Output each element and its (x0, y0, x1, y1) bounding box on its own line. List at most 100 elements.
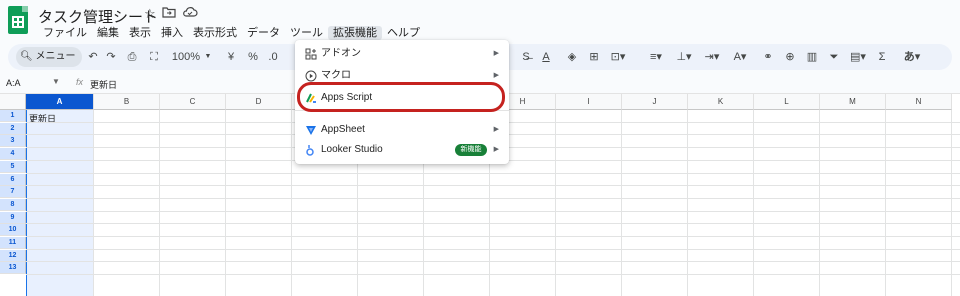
percent-format-button[interactable]: % (246, 44, 260, 70)
menu-item-addons[interactable]: アドオン ▶ (295, 44, 509, 64)
selected-column-highlight (26, 110, 94, 296)
menu-insert[interactable]: 挿入 (156, 26, 188, 40)
redo-icon[interactable]: ↷ (104, 44, 118, 70)
row-header-10[interactable]: 10 (0, 224, 26, 237)
menu-search-label: メニュー (35, 51, 76, 62)
column-header-l[interactable]: L (754, 94, 820, 110)
grid-column-line (687, 110, 688, 296)
grid-column-line (885, 110, 886, 296)
cell-a1[interactable]: 更新日 (29, 112, 56, 125)
column-header-c[interactable]: C (160, 94, 226, 110)
column-header-i[interactable]: I (556, 94, 622, 110)
menu-extensions[interactable]: 拡張機能 (328, 26, 382, 40)
new-feature-badge: 新機能 (455, 144, 487, 156)
formula-input[interactable]: 更新日 (90, 78, 117, 91)
column-header-k[interactable]: K (688, 94, 754, 110)
grid-row-line (26, 223, 960, 225)
menu-item-appsheet[interactable]: AppSheet ▶ (295, 120, 509, 140)
menu-view[interactable]: 表示 (124, 26, 156, 40)
chevron-down-icon[interactable]: ▼ (52, 77, 60, 86)
document-title[interactable]: タスク管理シート (38, 6, 158, 27)
menu-edit[interactable]: 編集 (92, 26, 124, 40)
row-header-11[interactable]: 11 (0, 237, 26, 249)
fill-color-icon[interactable]: ◈ (564, 44, 580, 70)
zoom-select[interactable]: 100% (170, 44, 202, 70)
menu-format[interactable]: 表示形式 (188, 26, 242, 40)
horizontal-align-icon[interactable]: ≡▾ (644, 44, 668, 70)
row-header-9[interactable]: 9 (0, 211, 26, 224)
merge-cells-icon[interactable]: ⊡▾ (606, 44, 630, 70)
column-header-b[interactable]: B (94, 94, 160, 110)
search-icon: 🔍︎ (20, 51, 33, 62)
submenu-arrow-icon: ▶ (493, 126, 499, 133)
grid-row-line (26, 197, 960, 199)
appsheet-icon (305, 124, 317, 136)
insert-comment-icon[interactable]: ⊕ (782, 44, 798, 70)
sheets-logo-icon[interactable] (8, 6, 28, 34)
column-header-d[interactable]: D (226, 94, 292, 110)
grid-row-line (26, 172, 960, 174)
chevron-down-icon[interactable]: ▼ (203, 44, 213, 70)
cloud-status-icon[interactable] (182, 6, 198, 22)
grid-column-line (291, 110, 292, 296)
filter-views-icon[interactable]: ▤▾ (846, 44, 870, 70)
grid-column-line (819, 110, 820, 296)
name-box[interactable]: A:A (6, 78, 21, 88)
row-header-4[interactable]: 4 (0, 148, 26, 161)
paint-format-icon[interactable]: ⛶ (146, 44, 162, 70)
column-header-j[interactable]: J (622, 94, 688, 110)
row-header-2[interactable]: 2 (0, 122, 26, 135)
text-color-icon[interactable]: A (538, 44, 554, 70)
menu-tools[interactable]: ツール (285, 26, 328, 40)
menu-data[interactable]: データ (242, 26, 285, 40)
print-icon[interactable]: ⎙ (124, 44, 140, 70)
filter-icon[interactable]: ⏷ (826, 44, 842, 70)
row-header-6[interactable]: 6 (0, 173, 26, 186)
row-header-5[interactable]: 5 (0, 160, 26, 173)
grid-row-line (26, 274, 960, 276)
menu-item-label: Looker Studio (321, 144, 383, 155)
row-header-3[interactable]: 3 (0, 135, 26, 148)
currency-format-button[interactable]: ¥ (224, 44, 238, 70)
column-header-a[interactable]: A (26, 94, 94, 110)
menu-search-button[interactable]: 🔍︎ メニュー (16, 47, 82, 67)
menu-item-label: AppSheet (321, 124, 365, 135)
grid-row-line (26, 236, 960, 237)
star-icon[interactable]: ☆ (144, 6, 156, 22)
undo-icon[interactable]: ↶ (86, 44, 100, 70)
grid-column-line (555, 110, 556, 296)
decrease-decimal-button[interactable]: .0 (266, 44, 280, 70)
row-header-8[interactable]: 8 (0, 198, 26, 211)
text-rotate-icon[interactable]: A▾ (728, 44, 752, 70)
annotation-highlight-circle (297, 82, 505, 112)
insert-chart-icon[interactable]: ▥ (804, 44, 820, 70)
select-all-corner[interactable] (0, 94, 26, 110)
submenu-arrow-icon: ▶ (493, 50, 499, 57)
column-header-m[interactable]: M (820, 94, 886, 110)
grid-row-line (26, 185, 960, 187)
functions-icon[interactable]: Σ (874, 44, 890, 70)
input-tools-icon[interactable]: あ▾ (900, 44, 924, 70)
grid-column-line (93, 110, 94, 296)
row-header-13[interactable]: 13 (0, 262, 26, 275)
menu-item-looker-studio[interactable]: Looker Studio 新機能 ▶ (295, 140, 509, 160)
grid-column-line (225, 110, 226, 296)
insert-link-icon[interactable]: ⚭ (760, 44, 776, 70)
row-header-7[interactable]: 7 (0, 186, 26, 199)
row-header-12[interactable]: 12 (0, 249, 26, 262)
sheets-window: タスク管理シート ☆ ファイル 編集 表示 挿入 表示形式 データ ツール 拡張… (0, 0, 960, 296)
grid-column-line (753, 110, 754, 296)
row-header-1[interactable]: 1 (0, 110, 26, 122)
title-bar: タスク管理シート ☆ ファイル 編集 表示 挿入 表示形式 データ ツール 拡張… (0, 0, 960, 40)
menu-help[interactable]: ヘルプ (382, 26, 425, 40)
menu-file[interactable]: ファイル (38, 26, 92, 40)
vertical-align-icon[interactable]: ⊥▾ (672, 44, 696, 70)
column-header-n[interactable]: N (886, 94, 952, 110)
text-wrap-icon[interactable]: ⇥▾ (700, 44, 724, 70)
strikethrough-icon[interactable]: S̶ (518, 44, 534, 70)
macro-play-icon (305, 70, 317, 82)
move-folder-icon[interactable] (162, 6, 176, 22)
borders-icon[interactable]: ⊞ (586, 44, 602, 70)
looker-studio-icon (305, 144, 317, 156)
fx-icon: fx (76, 77, 84, 87)
